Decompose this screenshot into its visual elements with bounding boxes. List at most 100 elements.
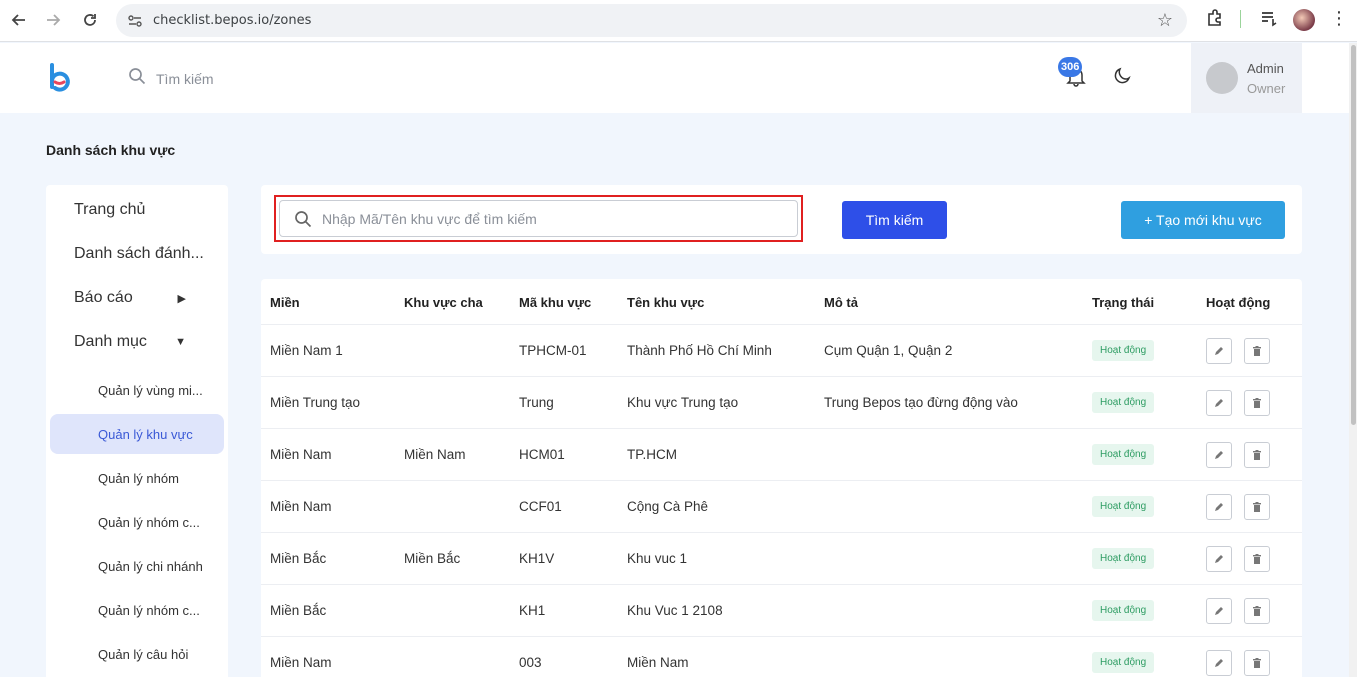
header-search[interactable]: Tìm kiếm xyxy=(128,67,214,90)
table-row: Miền Trung tạo Trung Khu vực Trung tạo Trun… xyxy=(261,377,1302,429)
forward-icon[interactable] xyxy=(40,7,66,33)
cell-zone-code: KH1V xyxy=(519,551,555,566)
cell-zone-name: Thành Phố Hồ Chí Minh xyxy=(627,343,772,358)
cell-region: Miền Nam xyxy=(270,447,332,462)
user-name: Admin xyxy=(1247,61,1284,76)
cell-zone-name: Cộng Cà Phê xyxy=(627,499,709,514)
trash-icon[interactable] xyxy=(1244,650,1270,676)
browser-profile-avatar[interactable] xyxy=(1293,9,1315,31)
bookmark-star-icon[interactable]: ☆ xyxy=(1157,10,1173,31)
edit-icon[interactable] xyxy=(1206,546,1232,572)
sidebar-subitem-group-categories[interactable]: Quản lý nhóm c... xyxy=(46,502,228,542)
sidebar-subitem-branches[interactable]: Quản lý chi nhánh xyxy=(46,546,228,586)
trash-icon[interactable] xyxy=(1244,390,1270,416)
trash-icon[interactable] xyxy=(1244,442,1270,468)
page-title: Danh sách khu vực xyxy=(46,142,176,158)
edit-icon[interactable] xyxy=(1206,598,1232,624)
edit-icon[interactable] xyxy=(1206,390,1232,416)
cell-zone-code: KH1 xyxy=(519,603,546,618)
scrollbar-thumb[interactable] xyxy=(1351,45,1356,425)
create-zone-button[interactable]: + Tạo mới khu vực xyxy=(1121,201,1285,239)
sidebar-subitem-regions[interactable]: Quản lý vùng mi... xyxy=(46,370,228,410)
search-button[interactable]: Tìm kiếm xyxy=(842,201,947,239)
trash-icon[interactable] xyxy=(1244,338,1270,364)
sidebar-item-reports[interactable]: Báo cáo ▶ xyxy=(46,278,228,318)
cell-region: Miền Bắc xyxy=(270,551,327,566)
column-header-description: Mô tả xyxy=(824,295,858,310)
sidebar-item-label: Danh sách đánh... xyxy=(74,245,204,262)
trash-icon[interactable] xyxy=(1244,598,1270,624)
sidebar-item-label: Quản lý câu hỏi xyxy=(98,646,189,662)
sidebar-item-home[interactable]: Trang chủ xyxy=(46,190,228,230)
column-header-status: Trạng thái xyxy=(1092,295,1155,310)
status-badge: Hoạt động xyxy=(1092,340,1155,361)
dark-mode-moon-icon[interactable] xyxy=(1112,66,1132,86)
cell-description: Cụm Quận 1, Quận 2 xyxy=(824,343,953,358)
browser-toolbar: checklist.bepos.io/zones ☆ ⋮ xyxy=(0,0,1357,42)
cell-zone-code: TPHCM-01 xyxy=(519,343,587,358)
edit-icon[interactable] xyxy=(1206,650,1232,676)
status-badge: Hoạt động xyxy=(1092,496,1155,517)
sidebar-item-label: Quản lý vùng mi... xyxy=(98,382,203,398)
sidebar-subitem-zones[interactable]: Quản lý khu vực xyxy=(50,414,224,454)
sidebar-item-evaluations[interactable]: Danh sách đánh... xyxy=(46,234,228,274)
cell-zone-code: Trung xyxy=(519,395,554,410)
sidebar-item-label: Quản lý nhóm c... xyxy=(98,602,200,618)
edit-icon[interactable] xyxy=(1206,338,1232,364)
cell-description: Trung Bepos tạo đừng động vào xyxy=(824,395,1018,410)
column-header-zone-code: Mã khu vực xyxy=(519,295,592,310)
trash-icon[interactable] xyxy=(1244,546,1270,572)
user-role: Owner xyxy=(1247,81,1286,96)
reload-icon[interactable] xyxy=(77,7,103,33)
sidebar-item-label: Quản lý khu vực xyxy=(98,426,193,442)
cell-zone-code: 003 xyxy=(519,655,542,670)
extensions-icon[interactable] xyxy=(1205,8,1225,33)
cell-region: Miền Nam xyxy=(270,655,332,670)
sidebar-item-categories[interactable]: Danh mục ▼ xyxy=(46,322,228,362)
sidebar-subitem-groups[interactable]: Quản lý nhóm xyxy=(46,458,228,498)
cell-zone-code: HCM01 xyxy=(519,447,565,462)
table-row: Miền Nam 003 Miền Nam Hoạt động xyxy=(261,637,1302,677)
table-header: Miền Khu vực cha Mã khu vực Tên khu vực … xyxy=(261,279,1302,325)
cell-region: Miền Nam 1 xyxy=(270,343,343,358)
search-icon xyxy=(128,67,146,90)
column-header-region: Miền xyxy=(270,295,300,310)
sidebar-subitem-question-groups[interactable]: Quản lý nhóm c... xyxy=(46,590,228,630)
table-row: Miền Bắc KH1 Khu Vuc 1 2108 Hoạt động xyxy=(261,585,1302,637)
cell-zone-name: Khu vực Trung tạo xyxy=(627,395,739,410)
reading-list-icon[interactable] xyxy=(1259,8,1279,33)
notification-badge[interactable]: 306 xyxy=(1058,57,1083,77)
column-header-zone-name: Tên khu vực xyxy=(627,295,705,310)
header-search-label[interactable]: Tìm kiếm xyxy=(156,71,214,87)
trash-icon[interactable] xyxy=(1244,494,1270,520)
caret-down-icon: ▼ xyxy=(175,336,186,348)
site-settings-icon[interactable] xyxy=(126,12,144,30)
sidebar-item-label: Quản lý nhóm c... xyxy=(98,514,200,530)
back-icon[interactable] xyxy=(6,7,32,33)
table-row: Miền Nam CCF01 Cộng Cà Phê Hoạt động xyxy=(261,481,1302,533)
sidebar-item-label: Danh mục xyxy=(74,333,147,350)
sidebar: Trang chủ Danh sách đánh... Báo cáo ▶ Da… xyxy=(46,185,228,677)
status-badge: Hoạt động xyxy=(1092,392,1155,413)
bepos-logo[interactable] xyxy=(48,63,76,97)
edit-icon[interactable] xyxy=(1206,442,1232,468)
edit-icon[interactable] xyxy=(1206,494,1232,520)
app-header: Tìm kiếm 306 Admin Owner xyxy=(0,43,1357,113)
url-text[interactable]: checklist.bepos.io/zones xyxy=(153,13,311,28)
avatar[interactable] xyxy=(1206,62,1238,94)
search-input[interactable] xyxy=(322,201,792,236)
cell-parent-zone: Miền Bắc xyxy=(404,551,461,566)
sidebar-item-label: Trang chủ xyxy=(74,201,146,218)
cell-region: Miền Nam xyxy=(270,499,332,514)
address-bar[interactable]: checklist.bepos.io/zones ☆ xyxy=(116,4,1187,37)
cell-zone-name: Khu vuc 1 xyxy=(627,551,688,566)
table-row: Miền Nam 1 TPHCM-01 Thành Phố Hồ Chí Minh C… xyxy=(261,325,1302,377)
browser-menu-icon[interactable]: ⋮ xyxy=(1330,8,1348,29)
column-header-parent-zone: Khu vực cha xyxy=(404,295,483,310)
search-field[interactable] xyxy=(279,200,798,237)
status-badge: Hoạt động xyxy=(1092,600,1155,621)
cell-region: Miền Bắc xyxy=(270,603,327,618)
sidebar-item-label: Báo cáo xyxy=(74,289,133,306)
sidebar-subitem-questions[interactable]: Quản lý câu hỏi xyxy=(46,634,228,674)
user-menu[interactable]: Admin Owner xyxy=(1191,43,1302,113)
